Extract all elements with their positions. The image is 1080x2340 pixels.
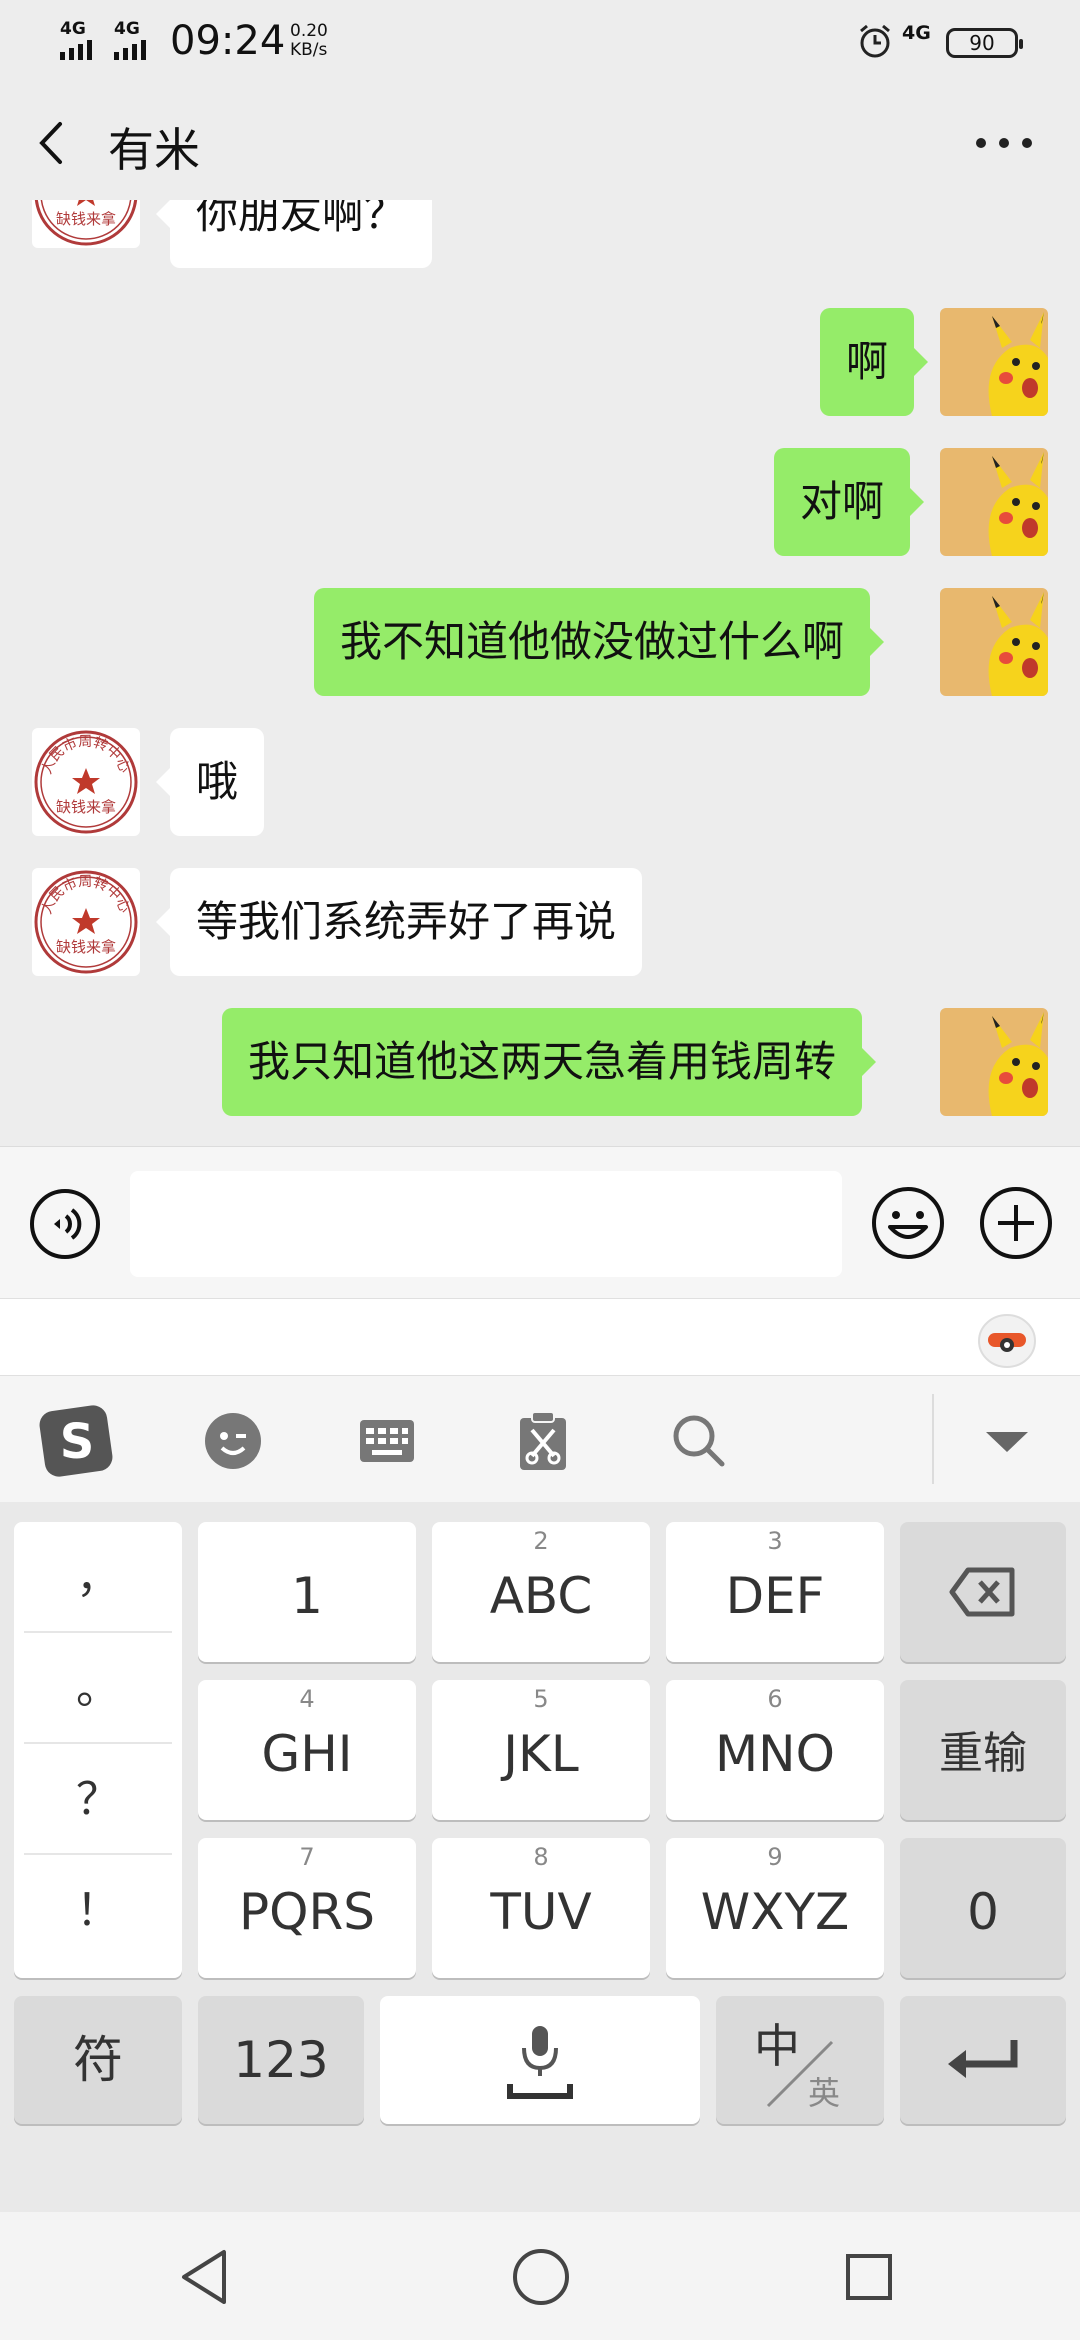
stamp-avatar[interactable]: 人民市周转中心 缺钱来拿	[32, 728, 140, 836]
toolbar-divider	[932, 1394, 934, 1484]
signal-sim1: 4G	[60, 20, 92, 60]
punct-key[interactable]: ！	[24, 1855, 172, 1966]
chat-header: 有米	[0, 84, 1080, 200]
key-4[interactable]: 4 GHI	[198, 1680, 416, 1820]
home-circle-icon[interactable]	[506, 2242, 576, 2312]
key-2[interactable]: 2 ABC	[432, 1522, 650, 1662]
key-3[interactable]: 3 DEF	[666, 1522, 884, 1662]
keyboard-icon[interactable]	[352, 1406, 422, 1476]
screen: 4G 4G 09:24 0.20 KB/s 4G 90 有米 缺钱来拿 你朋友啊…	[0, 0, 1080, 2340]
key-7[interactable]: 7 PQRS	[198, 1838, 416, 1978]
clock: 09:24	[170, 18, 286, 64]
message-bubble[interactable]: 啊	[820, 308, 929, 416]
network-type: 4G	[902, 22, 931, 44]
collapse-icon[interactable]	[972, 1406, 1042, 1476]
pikachu-avatar[interactable]	[940, 1008, 1048, 1116]
message-composer	[0, 1146, 1080, 1298]
net-speed-unit: KB/s	[290, 40, 328, 60]
message-input[interactable]	[130, 1171, 842, 1277]
reinput-key[interactable]: 重输	[900, 1680, 1066, 1820]
t9-keyboard: ， 。 ？ ！ 1 2ABC 3DEF 4GHI 5JKL 6MNO	[0, 1502, 1080, 2212]
key-0[interactable]: 0	[900, 1838, 1066, 1978]
net-speed: 0.20 KB/s	[290, 22, 328, 60]
pikachu-avatar[interactable]	[940, 588, 1048, 696]
microphone-icon	[507, 2026, 573, 2099]
signal-bars-icon	[114, 40, 146, 60]
recents-square-icon[interactable]	[834, 2242, 904, 2312]
clipboard-scissors-icon[interactable]	[508, 1406, 578, 1476]
ime-toolbar: S	[0, 1376, 1080, 1502]
chat-title: 有米	[108, 123, 200, 177]
punct-key[interactable]: ，	[24, 1522, 172, 1633]
symbols-key[interactable]: 符	[14, 1996, 182, 2124]
backspace-icon	[949, 1567, 1015, 1617]
stamp-bottom-text: 缺钱来拿	[56, 210, 116, 228]
search-icon[interactable]	[664, 1406, 734, 1476]
battery-icon: 90	[946, 28, 1023, 58]
net-speed-value: 0.20	[290, 21, 328, 41]
signal-bars-icon	[60, 40, 92, 60]
numbers-key[interactable]: 123	[198, 1996, 364, 2124]
emoji-icon[interactable]	[870, 1185, 946, 1261]
key-6[interactable]: 6 MNO	[666, 1680, 884, 1820]
chevron-left-icon[interactable]	[30, 118, 76, 168]
signal-sim2: 4G	[114, 20, 146, 60]
punctuation-column: ， 。 ？ ！	[14, 1522, 182, 1978]
message-bubble[interactable]: 我只知道他这两天急着用钱周转	[222, 1008, 877, 1116]
punct-key[interactable]: ？	[24, 1744, 172, 1855]
svg-text:S: S	[60, 1414, 95, 1470]
message-bubble[interactable]: 对啊	[774, 448, 925, 556]
stamp-bottom-text: 缺钱来拿	[56, 938, 116, 956]
more-icon[interactable]	[976, 138, 1032, 150]
message-bubble[interactable]: 等我们系统弄好了再说	[155, 868, 643, 976]
stamp-avatar[interactable]: 人民市周转中心 缺钱来拿	[32, 868, 140, 976]
stamp-bottom-text: 缺钱来拿	[56, 798, 116, 816]
message-bubble[interactable]: 我不知道他做没做过什么啊	[314, 588, 885, 696]
emoji-wink-icon[interactable]	[198, 1406, 268, 1476]
key-9[interactable]: 9 WXYZ	[666, 1838, 884, 1978]
message-bubble[interactable]: 哦	[155, 728, 265, 836]
space-voice-key[interactable]	[380, 1996, 700, 2124]
key-1[interactable]: 1	[198, 1522, 416, 1662]
enter-icon	[948, 2040, 1018, 2078]
sogou-logo-icon[interactable]: S	[38, 1402, 116, 1480]
language-toggle-key[interactable]: 中 英	[716, 1996, 884, 2124]
punct-key[interactable]: 。	[24, 1633, 172, 1744]
stamp-avatar[interactable]: 缺钱来拿	[32, 200, 140, 248]
sim1-label: 4G	[60, 19, 86, 39]
system-nav-bar	[0, 2212, 1080, 2340]
back-triangle-icon[interactable]	[172, 2242, 242, 2312]
voice-icon[interactable]	[28, 1187, 102, 1261]
message-bubble[interactable]: 你朋友啊？	[155, 200, 433, 268]
sim2-label: 4G	[114, 19, 140, 39]
backspace-key[interactable]	[900, 1522, 1066, 1662]
alarm-icon	[860, 24, 890, 58]
message-list[interactable]: 缺钱来拿 你朋友啊？ 啊 对啊 我不知道他做没做过什么啊 人民市周转中心 缺钱来…	[0, 200, 1080, 1146]
key-8[interactable]: 8 TUV	[432, 1838, 650, 1978]
pikachu-avatar[interactable]	[940, 448, 1048, 556]
ime-candidate-bar	[0, 1298, 1080, 1376]
plus-icon[interactable]	[978, 1185, 1054, 1261]
status-bar: 4G 4G 09:24 0.20 KB/s 4G 90	[0, 0, 1080, 84]
key-5[interactable]: 5 JKL	[432, 1680, 650, 1820]
enter-key[interactable]	[900, 1996, 1066, 2124]
ime-mascot-icon[interactable]	[976, 1309, 1038, 1369]
pikachu-avatar[interactable]	[940, 308, 1048, 416]
